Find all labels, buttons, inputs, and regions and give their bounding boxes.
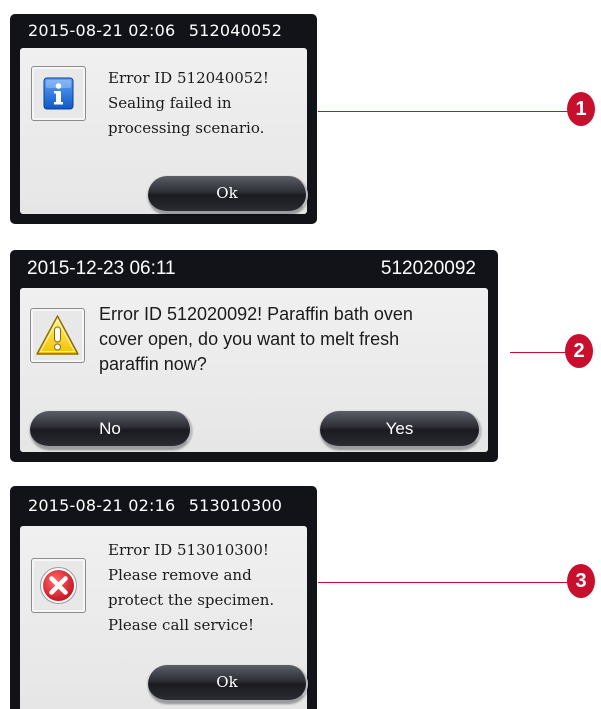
- message-line: Please call service!: [108, 616, 255, 634]
- warning-dialog: 2015-12-23 06:11 512020092 Error ID 5120…: [10, 250, 498, 462]
- header-date: 2015-08-21 02:16: [28, 496, 176, 515]
- info-icon: [31, 66, 86, 121]
- dialog-header: 2015-12-23 06:11 512020092: [10, 250, 498, 288]
- error-icon: [31, 558, 86, 613]
- message-line: processing scenario.: [108, 119, 265, 137]
- message-line: protect the specimen.: [108, 591, 275, 609]
- dialog-header: 2015-08-21 02:16 513010300: [10, 486, 317, 526]
- figure: 2015-08-21 02:06 512040052 Error ID 5120…: [0, 0, 601, 709]
- message-line: Sealing failed in: [108, 94, 232, 112]
- callout-marker: 2: [565, 334, 593, 368]
- callout-line: [510, 352, 566, 353]
- dialog-body: Error ID 512020092! Paraffin bath oven c…: [20, 288, 488, 452]
- dialog-message: Error ID 512020092! Paraffin bath oven c…: [99, 302, 413, 377]
- message-line: Error ID 513010300!: [108, 541, 269, 559]
- header-date: 2015-08-21 02:06: [28, 21, 176, 40]
- callout-marker: 3: [567, 564, 595, 598]
- message-line: Error ID 512040052!: [108, 69, 269, 87]
- header-error-id: 512020092: [380, 258, 476, 279]
- callout-line: [318, 111, 568, 112]
- dialog-body: Error ID 512040052! Sealing failed in pr…: [20, 48, 308, 214]
- message-line: paraffin now?: [99, 354, 207, 374]
- error-dialog: 2015-08-21 02:16 513010300 Error ID 5130…: [10, 486, 317, 709]
- dialog-message: Error ID 512040052! Sealing failed in pr…: [108, 66, 269, 141]
- no-button[interactable]: No: [30, 411, 192, 449]
- yes-button[interactable]: Yes: [320, 411, 481, 449]
- callout-marker: 1: [567, 92, 595, 126]
- ok-button[interactable]: Ok: [148, 665, 308, 703]
- header-error-id: 513010300: [188, 496, 283, 515]
- header-error-id: 512040052: [188, 21, 283, 40]
- warning-icon: [30, 308, 85, 363]
- dialog-body: Error ID 513010300! Please remove and pr…: [20, 526, 308, 709]
- info-dialog: 2015-08-21 02:06 512040052 Error ID 5120…: [10, 14, 317, 224]
- dialog-header: 2015-08-21 02:06 512040052: [10, 14, 317, 48]
- callout-line: [318, 582, 568, 583]
- header-date: 2015-12-23 06:11: [27, 258, 176, 279]
- ok-button[interactable]: Ok: [148, 176, 308, 214]
- message-line: cover open, do you want to melt fresh: [99, 329, 400, 349]
- message-line: Error ID 512020092! Paraffin bath oven: [99, 304, 413, 324]
- dialog-message: Error ID 513010300! Please remove and pr…: [108, 538, 274, 638]
- message-line: Please remove and: [108, 566, 252, 584]
